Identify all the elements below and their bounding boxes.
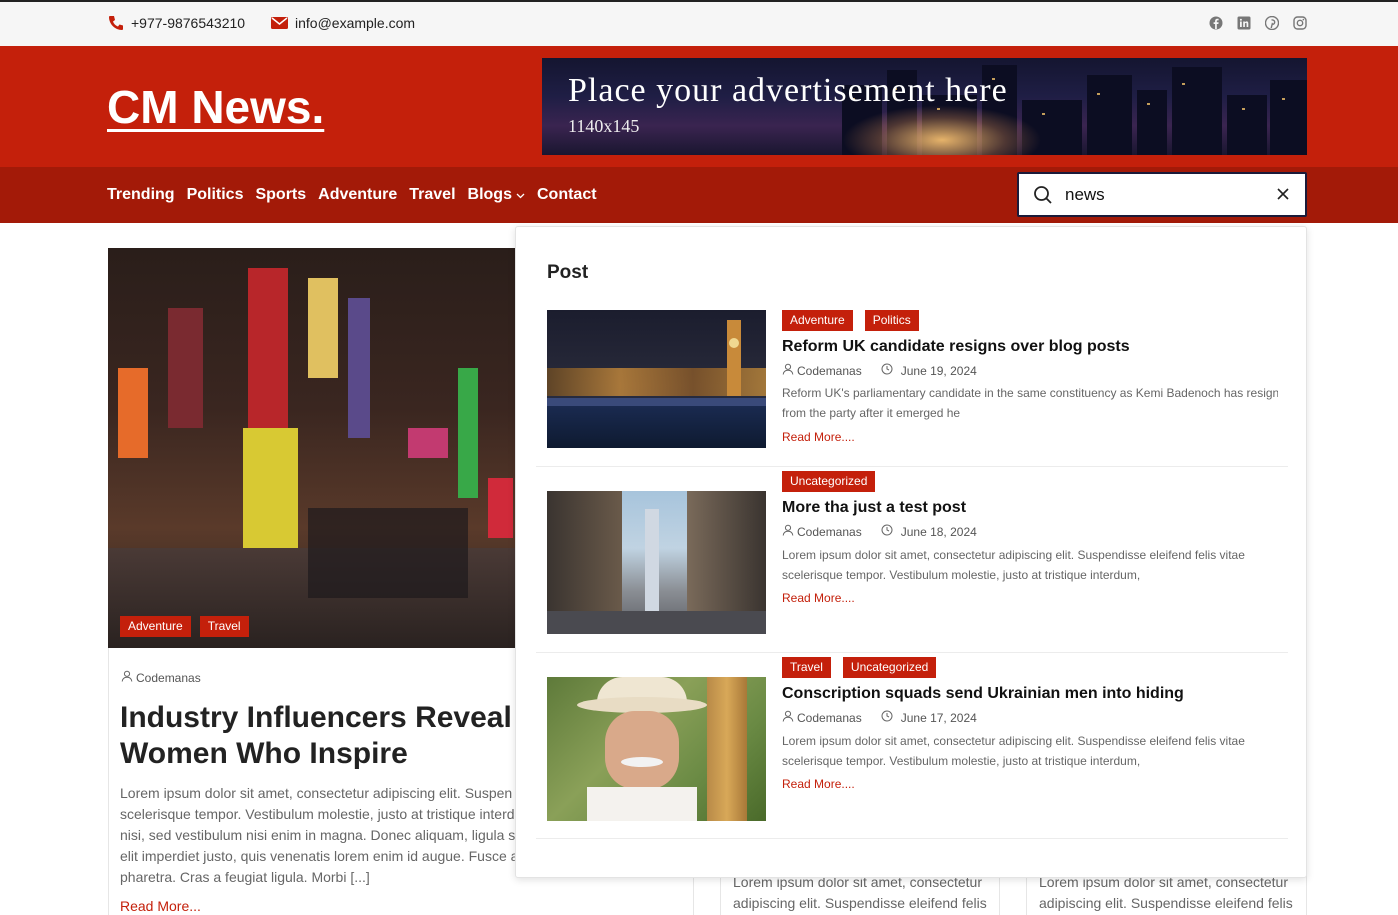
- result-excerpt-line: Lorem ipsum dolor sit amet, consectetur …: [782, 548, 1245, 562]
- hero-read-more-link[interactable]: Read More...: [120, 898, 201, 914]
- phone-icon: [108, 15, 124, 31]
- result-read-more-link[interactable]: Read More....: [782, 430, 855, 444]
- envelope-icon: [271, 16, 288, 30]
- side-card-excerpt-line: adipiscing elit. Suspendisse eleifend fe…: [1039, 895, 1293, 911]
- result-author[interactable]: Codemanas: [797, 711, 862, 725]
- tag-uncategorized[interactable]: Uncategorized: [842, 657, 937, 678]
- result-tags: Uncategorized: [782, 471, 876, 492]
- result-read-more-link[interactable]: Read More....: [782, 777, 855, 791]
- site-header: CM News. Place your advertisement here 1…: [0, 46, 1398, 167]
- result-thumbnail[interactable]: [547, 491, 766, 634]
- chevron-down-icon: [516, 186, 525, 204]
- nav-item-blogs[interactable]: Blogs: [468, 186, 525, 204]
- clock-icon: [881, 524, 893, 539]
- result-tags: Travel Uncategorized: [782, 657, 937, 678]
- hero-excerpt-line: pharetra. Cras a feugiat ligula. Morbi […: [120, 869, 370, 885]
- close-icon[interactable]: [1275, 186, 1291, 202]
- nav-item-trending[interactable]: Trending: [107, 186, 175, 204]
- hero-excerpt-line: scelerisque tempor. Vestibulum molestie,…: [120, 806, 515, 822]
- result-date-wrap: June 17, 2024: [881, 710, 977, 725]
- result-title[interactable]: Reform UK candidate resigns over blog po…: [782, 338, 1130, 356]
- nav-item-contact[interactable]: Contact: [537, 186, 597, 204]
- result-excerpt: Lorem ipsum dolor sit amet, consectetur …: [782, 731, 1282, 771]
- top-bar: +977-9876543210 info@example.com: [0, 2, 1398, 46]
- social-links: [1209, 16, 1307, 30]
- result-tags: Adventure Politics: [782, 310, 919, 331]
- nav-item-politics[interactable]: Politics: [187, 186, 244, 204]
- tag-politics[interactable]: Politics: [864, 310, 919, 331]
- result-meta: Codemanas June 19, 2024: [782, 363, 977, 378]
- result-excerpt-line: from the party after it emerged he: [782, 406, 961, 420]
- result-excerpt-line: Lorem ipsum dolor sit amet, consectetur …: [782, 734, 1245, 748]
- result-date: June 19, 2024: [900, 363, 977, 378]
- result-author[interactable]: Codemanas: [797, 364, 862, 378]
- tag-adventure[interactable]: Adventure: [120, 616, 191, 637]
- user-icon: [782, 363, 794, 378]
- result-read-more-link[interactable]: Read More....: [782, 591, 855, 605]
- pinterest-icon[interactable]: [1265, 16, 1279, 30]
- search-result-item[interactable]: Adventure Politics Reform UK candidate r…: [536, 303, 1288, 467]
- nav-item-travel[interactable]: Travel: [409, 186, 455, 204]
- result-date: June 18, 2024: [900, 524, 977, 539]
- search-icon: [1033, 185, 1053, 205]
- result-excerpt: Lorem ipsum dolor sit amet, consectetur …: [782, 545, 1282, 585]
- phone-number: +977-9876543210: [131, 15, 246, 31]
- clock-icon: [881, 363, 893, 378]
- hero-image[interactable]: [108, 248, 528, 648]
- user-icon: [121, 670, 133, 685]
- hero-author-name: Codemanas: [136, 670, 201, 685]
- hero-title[interactable]: Industry Influencers Reveal th Women Who…: [120, 700, 540, 772]
- hero-title-line-2: Women Who Inspire: [120, 737, 408, 770]
- ad-size-label: 1140x145: [568, 116, 640, 136]
- instagram-icon[interactable]: [1293, 16, 1307, 30]
- hero-author[interactable]: Codemanas: [121, 670, 201, 685]
- hero-excerpt: Lorem ipsum dolor sit amet, consectetur …: [120, 783, 520, 888]
- tag-travel[interactable]: Travel: [782, 657, 831, 678]
- linkedin-icon[interactable]: [1237, 16, 1251, 30]
- result-meta: Codemanas June 18, 2024: [782, 524, 977, 539]
- result-thumbnail[interactable]: [547, 310, 766, 448]
- tag-adventure[interactable]: Adventure: [782, 310, 853, 331]
- nav-item-blogs-label: Blogs: [467, 186, 512, 203]
- hero-excerpt-line: Lorem ipsum dolor sit amet, consectetur …: [120, 785, 513, 801]
- facebook-icon[interactable]: [1209, 16, 1223, 30]
- side-card-excerpt-line: adipiscing elit. Suspendisse eleifend fe…: [733, 895, 987, 911]
- hero-excerpt-line: elit imperdiet justo, quis venenatis lor…: [120, 848, 519, 864]
- tag-uncategorized[interactable]: Uncategorized: [782, 471, 876, 492]
- result-excerpt-line: Reform UK's parliamentary candidate in t…: [782, 386, 1278, 400]
- search-box: [1017, 172, 1307, 217]
- result-author[interactable]: Codemanas: [797, 525, 862, 539]
- result-title[interactable]: Conscription squads send Ukrainian men i…: [782, 685, 1184, 703]
- result-meta: Codemanas June 17, 2024: [782, 710, 977, 725]
- nav-item-adventure[interactable]: Adventure: [318, 186, 397, 204]
- site-logo[interactable]: CM News.: [107, 80, 324, 134]
- tag-travel[interactable]: Travel: [199, 616, 249, 637]
- results-heading: Post: [547, 262, 589, 283]
- result-date-wrap: June 18, 2024: [881, 524, 977, 539]
- clock-icon: [881, 710, 893, 725]
- result-date-wrap: June 19, 2024: [881, 363, 977, 378]
- phone-contact[interactable]: +977-9876543210: [108, 15, 245, 31]
- result-thumbnail[interactable]: [547, 677, 766, 821]
- nav-item-sports[interactable]: Sports: [255, 186, 306, 204]
- search-results-dropdown: Post Adventure Politics Reform UK candid…: [515, 226, 1307, 878]
- user-icon: [782, 710, 794, 725]
- result-excerpt: Reform UK's parliamentary candidate in t…: [782, 383, 1278, 423]
- email-contact[interactable]: info@example.com: [271, 15, 415, 31]
- result-excerpt-line: scelerisque tempor. Vestibulum molestie,…: [782, 568, 1141, 582]
- email-address: info@example.com: [295, 15, 416, 31]
- hero-title-line-1: Industry Influencers Reveal th: [120, 701, 540, 734]
- search-input[interactable]: [1065, 179, 1255, 210]
- advertisement-banner[interactable]: Place your advertisement here 1140x145: [542, 58, 1307, 155]
- search-result-item[interactable]: Uncategorized More tha just a test post …: [536, 467, 1288, 653]
- result-date: June 17, 2024: [900, 710, 977, 725]
- result-excerpt-line: scelerisque tempor. Vestibulum molestie,…: [782, 754, 1141, 768]
- hero-tags: Adventure Travel: [120, 616, 249, 637]
- search-result-item[interactable]: Travel Uncategorized Conscription squads…: [536, 653, 1288, 839]
- user-icon: [782, 524, 794, 539]
- ad-headline: Place your advertisement here: [568, 72, 1008, 109]
- result-title[interactable]: More tha just a test post: [782, 499, 966, 517]
- hero-excerpt-line: nisi, sed vestibulum nisi enim in magna.…: [120, 827, 520, 843]
